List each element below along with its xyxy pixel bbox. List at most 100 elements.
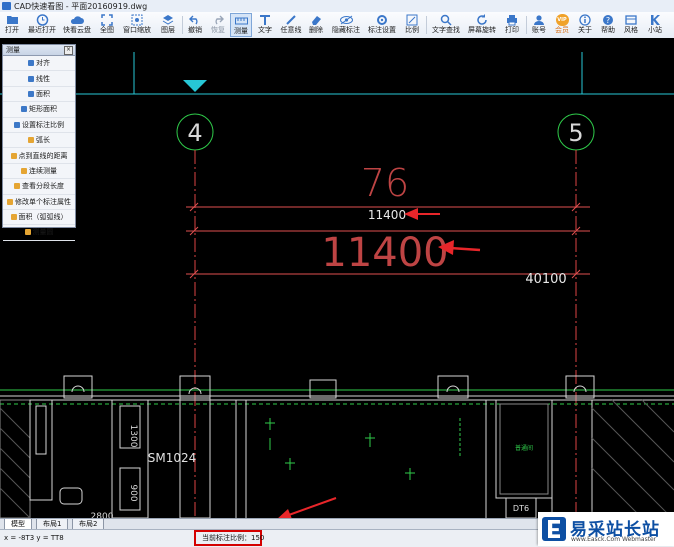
- svg-text:900: 900: [128, 484, 138, 501]
- floor-plan: 1300 900 SM1024 2800 普通间 DT6: [0, 375, 674, 518]
- section-marker-icon: [183, 80, 207, 92]
- about-button[interactable]: 关于: [575, 13, 595, 37]
- text-search-button[interactable]: 文字查找: [430, 13, 462, 37]
- redo-button[interactable]: 恢复: [208, 13, 228, 37]
- fit-all-button[interactable]: 全图: [97, 13, 117, 37]
- rotate-icon: [475, 13, 489, 26]
- app-icon: [2, 2, 11, 10]
- scale-icon: [405, 13, 419, 26]
- account-icon: [532, 13, 546, 26]
- measure-continuous-item[interactable]: 连续测量: [3, 164, 75, 180]
- measure-button[interactable]: 测量: [230, 13, 252, 37]
- print-icon: [505, 13, 519, 26]
- hide-annotation-icon: [339, 13, 353, 26]
- close-icon[interactable]: ×: [64, 46, 73, 55]
- measure-panel-header: 测量 ×: [3, 45, 75, 56]
- dim-label-small: 11400: [368, 208, 406, 222]
- annotation-settings-icon: [375, 13, 389, 26]
- watermark-url: www.Easck.Com Webmaster: [571, 536, 657, 543]
- set-scale-icon: [14, 121, 20, 128]
- scale-button[interactable]: 比例: [402, 13, 422, 37]
- arc-area-icon: [10, 214, 17, 221]
- vip-button[interactable]: VIP 会员: [552, 13, 572, 37]
- measure-linear-item[interactable]: 线性: [3, 71, 75, 87]
- axis-bubble-4: 4: [176, 113, 214, 151]
- help-button[interactable]: ? 帮助: [598, 13, 618, 37]
- hide-annotation-button[interactable]: 隐藏标注: [330, 13, 362, 37]
- style-button[interactable]: 风格: [621, 13, 641, 37]
- freeline-icon: [284, 13, 298, 26]
- svg-text:DT6: DT6: [513, 504, 529, 513]
- coordinate-readout: x = -8T3 y = TT8: [4, 534, 64, 542]
- dim-label-large: 11400: [321, 230, 448, 276]
- layers-button[interactable]: 图层: [157, 13, 179, 37]
- linear-measure-icon: [28, 75, 34, 82]
- recent-open-button[interactable]: 最近打开: [27, 13, 57, 37]
- axis-bubble-5: 5: [557, 113, 595, 151]
- print-button[interactable]: 打印: [502, 13, 522, 37]
- dim-label-total: 40100: [525, 272, 566, 287]
- text-search-icon: [439, 13, 453, 26]
- measure-segment-length-item[interactable]: 查看分段长度: [3, 179, 75, 195]
- segment-length-icon: [14, 183, 20, 190]
- station-button[interactable]: 小站: [644, 13, 666, 37]
- svg-text:4: 4: [187, 119, 202, 147]
- area-icon: [28, 90, 34, 97]
- measure-align-item[interactable]: 对齐: [3, 56, 75, 72]
- site-logo-icon: [542, 517, 566, 541]
- measure-arc-length-item[interactable]: 弧长: [3, 133, 75, 149]
- svg-text:SM1024: SM1024: [148, 451, 197, 465]
- arc-length-icon: [28, 137, 34, 144]
- style-icon: [624, 13, 638, 26]
- measure-circle-item[interactable]: 测量圆: [3, 225, 75, 241]
- folder-open-icon: [5, 13, 19, 26]
- continuous-measure-icon: [21, 167, 27, 174]
- circle-measure-icon: [24, 229, 31, 236]
- text-button[interactable]: 文字: [255, 13, 275, 37]
- measure-rect-area-item[interactable]: 矩形面积: [3, 102, 75, 118]
- account-button[interactable]: 账号: [529, 13, 549, 37]
- toolbar-separator: [182, 16, 183, 34]
- delete-button[interactable]: 删除: [306, 13, 326, 37]
- toolbar-separator: [526, 16, 527, 34]
- drawing-canvas[interactable]: 4 5 76 11400 11400 40100 1300 900 SM1024…: [0, 38, 674, 518]
- about-icon: [578, 13, 592, 26]
- measure-set-scale-item[interactable]: 设置标注比例: [3, 118, 75, 133]
- align-measure-icon: [28, 60, 34, 67]
- layers-icon: [161, 13, 175, 26]
- fit-all-icon: [100, 13, 114, 26]
- undo-icon: [188, 13, 202, 26]
- measure-area-item[interactable]: 面积: [3, 87, 75, 103]
- help-icon: ?: [601, 13, 615, 26]
- freeline-button[interactable]: 任意线: [279, 13, 303, 37]
- svg-text:?: ?: [606, 16, 610, 25]
- redo-icon: [211, 13, 225, 26]
- annotation-arrow: [404, 208, 440, 220]
- measure-panel: 测量 × 对齐 线性 面积 矩形面积 设置标注比例 弧长 点到直线的距离 连续测…: [2, 44, 76, 241]
- dim-label-76: 76: [361, 161, 409, 205]
- undo-button[interactable]: 撤销: [185, 13, 205, 37]
- measure-point-line-item[interactable]: 点到直线的距离: [3, 148, 75, 164]
- vip-icon: VIP: [555, 13, 569, 26]
- cloud-drive-button[interactable]: 快看云盘: [62, 13, 92, 37]
- svg-text:5: 5: [568, 119, 583, 147]
- annotation-settings-button[interactable]: 标注设置: [366, 13, 398, 37]
- text-icon: [258, 13, 272, 26]
- window-zoom-button[interactable]: 窗口缩放: [122, 13, 152, 37]
- measure-icon: [234, 14, 248, 27]
- measure-arc-area-item[interactable]: 面积（弧弧线）: [3, 210, 75, 226]
- toolbar-separator: [426, 16, 427, 34]
- cad-drawing: 4 5 76 11400 11400 40100 1300 900 SM1024…: [0, 52, 674, 518]
- measure-edit-annotation-item[interactable]: 修改单个标注属性: [3, 195, 75, 210]
- screen-rotate-button[interactable]: 屏幕旋转: [466, 13, 498, 37]
- cloud-icon: [70, 13, 84, 26]
- station-icon: [648, 13, 662, 26]
- annotation-arrow: [278, 497, 337, 518]
- svg-text:1300: 1300: [128, 425, 138, 448]
- annotation-scale-status: 当前标注比例：150: [194, 530, 264, 546]
- point-line-icon: [10, 152, 17, 159]
- window-title: CAD快速看图 - 平面20160919.dwg: [14, 2, 148, 11]
- eraser-icon: [309, 13, 323, 26]
- open-button[interactable]: 打开: [1, 13, 23, 37]
- rect-area-icon: [21, 106, 27, 113]
